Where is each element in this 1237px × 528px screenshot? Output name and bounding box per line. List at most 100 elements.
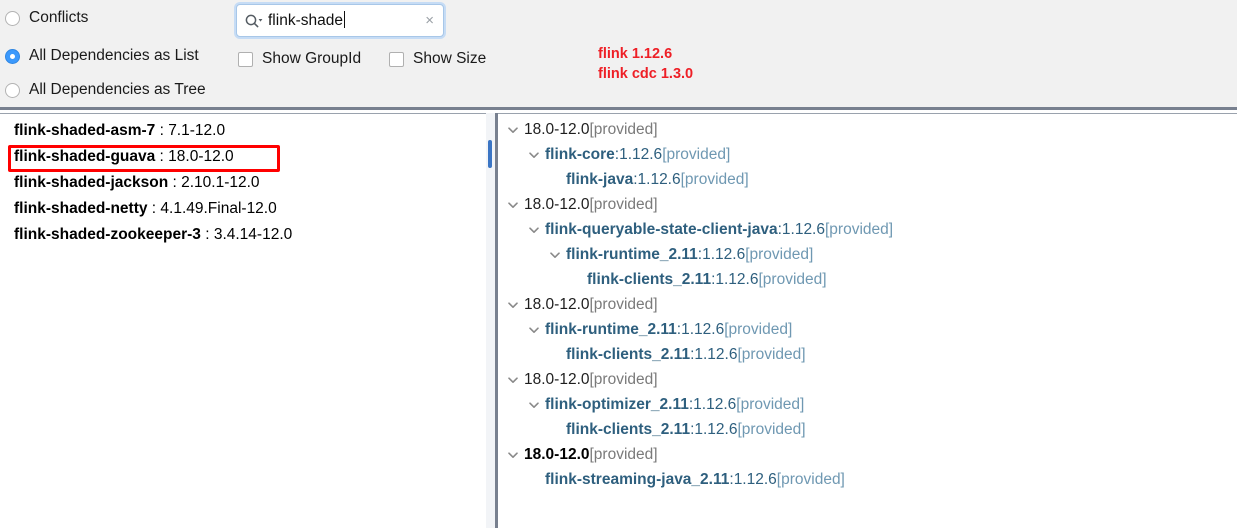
dependency-separator: : (147, 200, 161, 217)
left-pane-scrollbar-thumb[interactable] (488, 140, 492, 168)
radio-conflicts[interactable] (5, 10, 20, 26)
tree-node-name: 18.0-12.0 (524, 196, 590, 213)
tree-node-version: 1.12.6 (693, 396, 737, 413)
radio-all-dependencies-as-tree[interactable] (5, 82, 20, 98)
checkbox-show-groupid-label: Show GroupId (262, 50, 362, 67)
dependency-version: 2.10.1-12.0 (181, 174, 260, 191)
list-item[interactable]: flink-shaded-netty : 4.1.49.Final-12.0 (0, 196, 486, 222)
tree-node[interactable]: flink-runtime_2.11 : 1.12.6 [provided] (498, 242, 1237, 267)
tree-node-name: flink-queryable-state-client-java (545, 221, 778, 238)
left-pane-scrollbar-track[interactable] (486, 113, 495, 528)
chevron-down-icon[interactable] (506, 448, 520, 462)
tree-node[interactable]: flink-optimizer_2.11 : 1.12.6 [provided] (498, 392, 1237, 417)
dependency-version: 4.1.49.Final-12.0 (160, 200, 277, 217)
tree-node-scope: [provided] (776, 471, 845, 488)
tree-node[interactable]: flink-clients_2.11 : 1.12.6 [provided] (498, 267, 1237, 292)
radio-all-dependencies-as-list-label: All Dependencies as List (29, 47, 199, 64)
dependency-separator: : (155, 148, 169, 165)
tree-node-version: 1.12.6 (694, 346, 738, 363)
tree-node-scope: [provided] (680, 171, 749, 188)
tree-node-name: 18.0-12.0 (524, 446, 590, 463)
checkbox-option-show-groupid[interactable]: Show GroupId (238, 50, 361, 68)
dependency-version: 3.4.14-12.0 (213, 226, 293, 243)
tree-node[interactable]: 18.0-12.0 [provided] (498, 292, 1237, 317)
tree-node-scope: [provided] (737, 421, 806, 438)
dependency-panes: flink-shaded-asm-7 : 7.1-12.0 flink-shade… (0, 113, 1237, 528)
tree-node-name: 18.0-12.0 (524, 296, 590, 313)
text-caret (343, 11, 345, 28)
tree-node[interactable]: flink-java : 1.12.6 [provided] (498, 167, 1237, 192)
dependency-artifact-name: flink-shaded-zookeeper-3 (14, 226, 201, 243)
checkbox-show-size[interactable] (389, 51, 404, 67)
tree-node-scope: [provided] (589, 121, 658, 138)
tree-node-name: 18.0-12.0 (524, 371, 590, 388)
checkbox-option-show-size[interactable]: Show Size (389, 50, 486, 68)
tree-node[interactable]: 18.0-12.0 [provided] (498, 192, 1237, 217)
chevron-down-icon[interactable] (527, 398, 541, 412)
tree-node-name: flink-core (545, 146, 615, 163)
chevron-down-icon[interactable] (506, 198, 520, 212)
options-toolbar: Conflicts All Dependencies as List All D… (0, 0, 1237, 110)
tree-node[interactable]: 18.0-12.0 [provided] (498, 442, 1237, 467)
tree-node-name: flink-clients_2.11 (566, 346, 691, 363)
tree-node-name: flink-clients_2.11 (587, 271, 712, 288)
list-item[interactable]: flink-shaded-zookeeper-3 : 3.4.14-12.0 (0, 222, 486, 248)
list-item[interactable]: flink-shaded-guava : 18.0-12.0 (0, 144, 486, 170)
tree-node[interactable]: 18.0-12.0 [provided] (498, 367, 1237, 392)
dependency-artifact-name: flink-shaded-guava (14, 148, 156, 165)
tree-node-version: 1.12.6 (681, 321, 725, 338)
radio-option-all-dependencies-as-tree[interactable]: All Dependencies as Tree (5, 81, 206, 99)
dependency-separator: : (168, 174, 182, 191)
tree-node[interactable]: flink-core : 1.12.6 [provided] (498, 142, 1237, 167)
tree-node[interactable]: flink-streaming-java_2.11 : 1.12.6 [prov… (498, 467, 1237, 492)
tree-node-scope: [provided] (662, 146, 731, 163)
tree-node[interactable]: flink-clients_2.11 : 1.12.6 [provided] (498, 342, 1237, 367)
annotation-note: flink 1.12.6 flink cdc 1.3.0 (598, 46, 694, 82)
checkbox-show-size-label: Show Size (413, 50, 487, 67)
tree-node-scope: [provided] (589, 196, 658, 213)
dependency-version: 7.1-12.0 (168, 122, 226, 139)
dependency-list: flink-shaded-asm-7 : 7.1-12.0 flink-shade… (0, 114, 486, 248)
tree-node-scope: [provided] (745, 246, 814, 263)
dependency-separator: : (155, 122, 169, 139)
radio-option-all-dependencies-as-list[interactable]: All Dependencies as List (5, 47, 199, 65)
checkbox-show-groupid[interactable] (238, 51, 253, 67)
clear-search-icon[interactable]: × (423, 13, 436, 28)
list-item[interactable]: flink-shaded-jackson : 2.10.1-12.0 (0, 170, 486, 196)
search-text: flink-shade (268, 12, 343, 29)
tree-node-scope: [provided] (737, 346, 806, 363)
chevron-down-icon[interactable] (506, 123, 520, 137)
chevron-down-icon[interactable] (527, 223, 541, 237)
chevron-down-icon[interactable] (506, 298, 520, 312)
search-field[interactable]: flink-shade × (236, 4, 444, 37)
dependency-artifact-name: flink-shaded-asm-7 (14, 122, 156, 139)
tree-node-name: flink-optimizer_2.11 (545, 396, 689, 413)
dependency-tree: 18.0-12.0 [provided] flink-core : 1.12.6 … (498, 114, 1237, 492)
search-icon (244, 13, 268, 28)
tree-node-scope: [provided] (589, 446, 658, 463)
search-input-value[interactable]: flink-shade (268, 11, 423, 30)
dependency-separator: : (200, 226, 214, 243)
dependency-version: 18.0-12.0 (168, 148, 234, 165)
radio-option-conflicts[interactable]: Conflicts (5, 9, 88, 27)
radio-all-dependencies-as-list[interactable] (5, 48, 20, 64)
tree-node[interactable]: flink-runtime_2.11 : 1.12.6 [provided] (498, 317, 1237, 342)
tree-node-scope: [provided] (724, 321, 793, 338)
dependency-artifact-name: flink-shaded-netty (14, 200, 148, 217)
dependency-artifact-name: flink-shaded-jackson (14, 174, 169, 191)
chevron-down-icon[interactable] (527, 148, 541, 162)
dependency-list-pane[interactable]: flink-shaded-asm-7 : 7.1-12.0 flink-shade… (0, 113, 487, 528)
tree-node-name: flink-runtime_2.11 (545, 321, 677, 338)
chevron-down-icon[interactable] (506, 373, 520, 387)
tree-node-name: flink-runtime_2.11 (566, 246, 698, 263)
dependency-tree-pane[interactable]: 18.0-12.0 [provided] flink-core : 1.12.6 … (498, 113, 1237, 528)
list-item[interactable]: flink-shaded-asm-7 : 7.1-12.0 (0, 118, 486, 144)
tree-node-scope: [provided] (736, 396, 805, 413)
tree-node[interactable]: 18.0-12.0 [provided] (498, 117, 1237, 142)
chevron-down-icon[interactable] (548, 248, 562, 262)
tree-node[interactable]: flink-clients_2.11 : 1.12.6 [provided] (498, 417, 1237, 442)
tree-node-version: 1.12.6 (702, 246, 746, 263)
tree-node-version: 1.12.6 (715, 271, 759, 288)
chevron-down-icon[interactable] (527, 323, 541, 337)
tree-node[interactable]: flink-queryable-state-client-java : 1.12… (498, 217, 1237, 242)
